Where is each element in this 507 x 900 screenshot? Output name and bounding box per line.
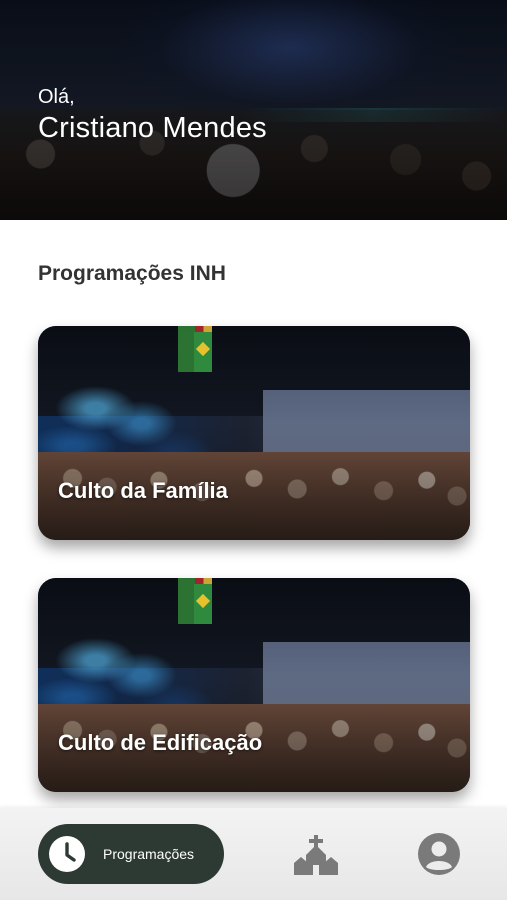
nav-item-programacoes[interactable]: Programações [38, 824, 224, 884]
nav-item-label: Programações [103, 846, 195, 862]
user-name: Cristiano Mendes [38, 112, 267, 144]
program-card-title: Culto de Edificação [58, 730, 263, 755]
profile-icon[interactable] [417, 832, 461, 876]
card-photo-overlay [38, 578, 470, 792]
program-card-culto-edificacao[interactable]: Culto de Edificação [38, 578, 470, 792]
header-banner: Olá, Cristiano Mendes [0, 0, 507, 220]
card-photo-overlay [38, 326, 470, 540]
program-card-title: Culto da Família [58, 478, 228, 503]
section-title: Programações INH [38, 262, 226, 285]
clock-icon [49, 836, 85, 872]
bottom-navigation: Programações [0, 808, 507, 900]
program-card-culto-familia[interactable]: Culto da Família [38, 326, 470, 540]
church-icon[interactable] [292, 835, 340, 875]
header-photo-overlay [0, 0, 507, 220]
greeting-text: Olá, [38, 86, 75, 108]
